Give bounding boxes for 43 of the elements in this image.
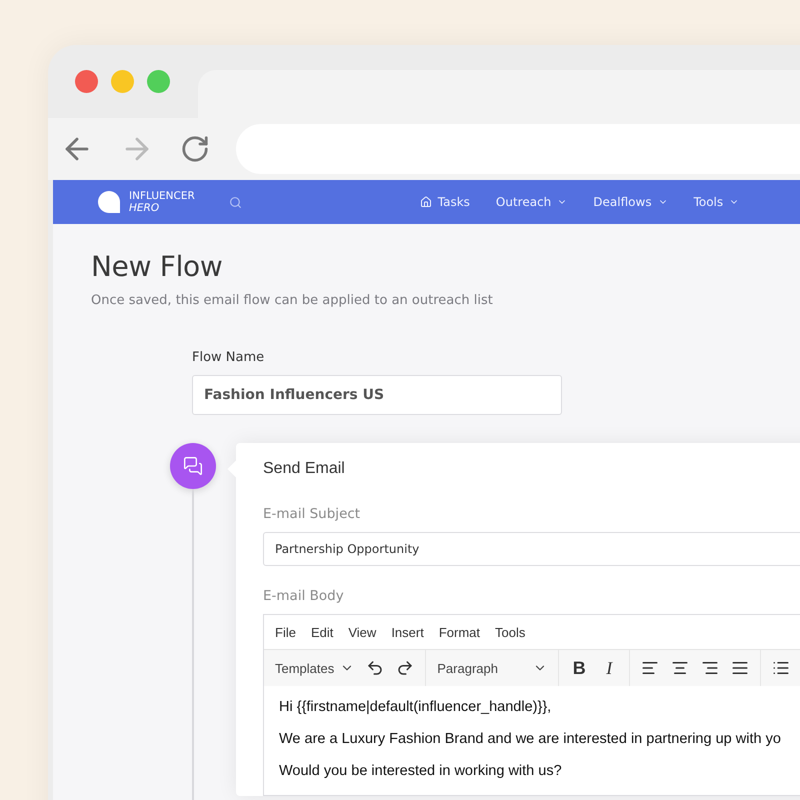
reload-icon[interactable] xyxy=(180,134,210,164)
window-control-dot[interactable] xyxy=(111,70,134,93)
bullet-list-icon[interactable] xyxy=(772,659,790,677)
italic-button[interactable]: I xyxy=(600,658,618,678)
menu-item[interactable]: Edit xyxy=(310,624,334,640)
format-dropdown[interactable]: Paragraph xyxy=(437,660,548,676)
subject-field[interactable]: Partnership Opportunity xyxy=(263,532,800,566)
menu-item[interactable]: Format xyxy=(438,624,480,640)
nav-link[interactable]: Tasks xyxy=(420,195,470,209)
bold-button[interactable]: B xyxy=(570,658,588,678)
step-badge[interactable] xyxy=(170,443,216,489)
field-label: E-mail Subject xyxy=(263,506,362,522)
email-text: Hi {{firstname|default(influencer_handle)}}, xyxy=(279,699,552,715)
home-icon xyxy=(420,196,432,208)
email-text: Would you be interested in working with us? xyxy=(279,763,563,779)
field-label: E-mail Body xyxy=(263,588,345,604)
window-control-dot[interactable] xyxy=(147,70,170,93)
window-control-dot[interactable] xyxy=(75,70,98,93)
menu-item[interactable]: View xyxy=(348,624,376,640)
flow-name-field[interactable]: Fashion Influencers US xyxy=(192,375,562,415)
chat-icon xyxy=(183,456,203,476)
email-text: We are a Luxury Fashion Brand and we are interested in partnering up with yo xyxy=(279,731,782,747)
search-icon[interactable] xyxy=(228,196,242,208)
align-justify-icon[interactable] xyxy=(731,659,750,677)
align-left-icon[interactable] xyxy=(641,659,660,677)
align-center-icon[interactable] xyxy=(671,659,690,677)
undo-icon[interactable] xyxy=(366,659,384,677)
brand-name: HERO xyxy=(129,202,160,214)
nav-link[interactable]: Tools xyxy=(694,195,740,209)
brand-name: INFLUENCER xyxy=(129,190,195,202)
templates-dropdown[interactable]: Templates xyxy=(275,660,354,676)
page-subtitle: Once saved, this email flow can be applied to an outreach list xyxy=(91,293,494,308)
nav-link[interactable]: Outreach xyxy=(496,195,568,209)
nav-link[interactable]: Dealflows xyxy=(593,195,668,209)
page-title: New Flow xyxy=(91,250,224,283)
field-label: Flow Name xyxy=(192,350,266,365)
logo-icon xyxy=(97,190,121,214)
menu-item[interactable]: File xyxy=(275,624,296,640)
redo-icon[interactable] xyxy=(396,659,414,677)
menu-item[interactable]: Tools xyxy=(495,624,526,640)
menu-item[interactable]: Insert xyxy=(391,624,424,640)
step-title: Send Email xyxy=(263,460,346,478)
align-right-icon[interactable] xyxy=(701,659,720,677)
